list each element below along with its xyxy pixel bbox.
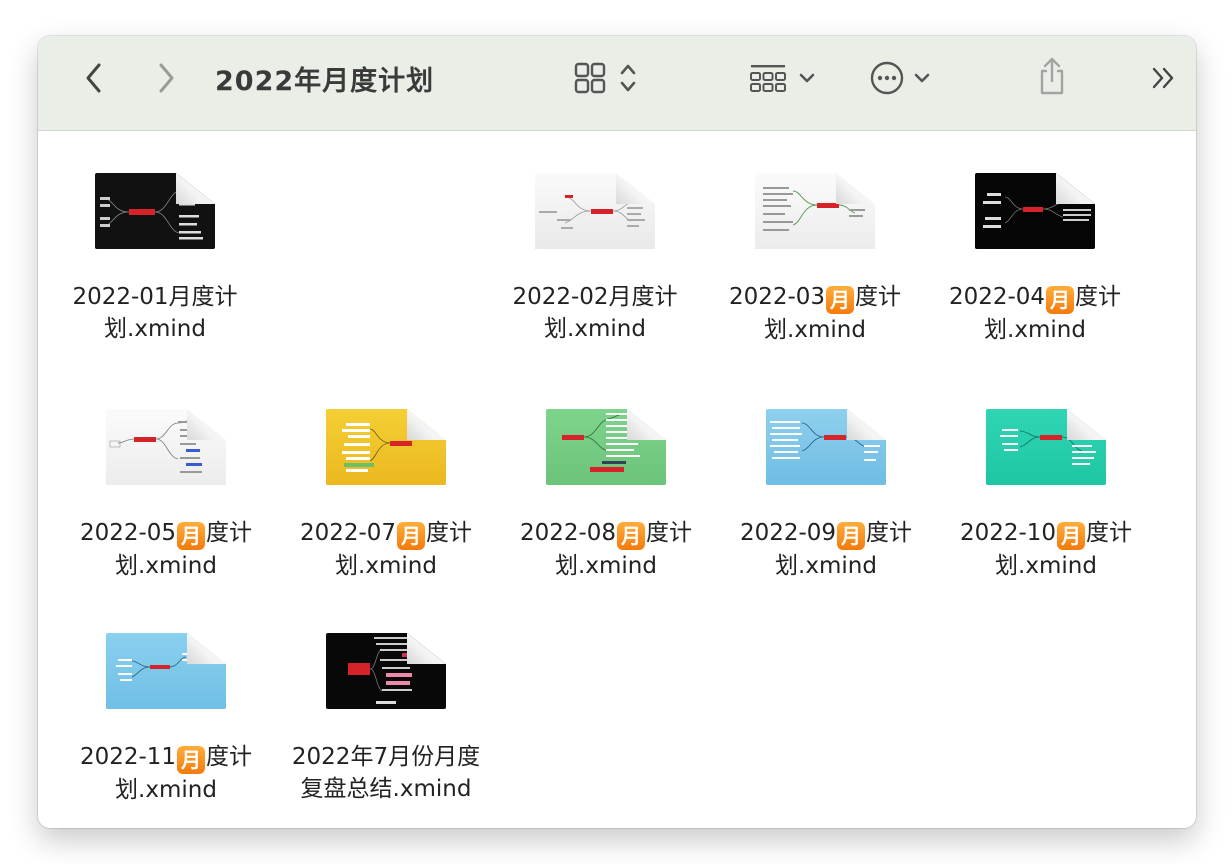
page-fold: [407, 633, 446, 664]
file-item[interactable]: 2022-09 月度计 划.xmind: [716, 367, 936, 579]
file-name: 2022年7月份月度 复盘总结.xmind: [291, 744, 481, 802]
grid-view-icon: [574, 62, 606, 94]
file-thumbnail: [535, 173, 655, 249]
file-item[interactable]: 2022-07 月度计 划.xmind: [276, 367, 496, 579]
month-emoji-badge: 月: [826, 286, 855, 314]
file-name: 2022-07 月度计 划.xmind: [299, 520, 473, 579]
mindmap-preview: [116, 653, 198, 681]
page-fold: [407, 409, 446, 440]
page-fold: [836, 173, 875, 204]
page-fold: [847, 409, 886, 440]
chevron-down-icon: [914, 73, 930, 83]
mindmap-preview: [562, 412, 640, 472]
back-button[interactable]: [74, 58, 114, 98]
file-thumbnail: [95, 173, 215, 249]
month-emoji-badge: 月: [397, 522, 426, 550]
file-thumbnail: [766, 409, 886, 485]
file-item[interactable]: 2022年7月份月度 复盘总结.xmind: [276, 591, 496, 802]
file-thumbnail: [986, 409, 1106, 485]
file-item[interactable]: 2022-08 月度计 划.xmind: [496, 367, 716, 579]
mindmap-preview: [342, 423, 412, 472]
mindmap-preview: [100, 187, 203, 240]
mindmap-preview: [348, 637, 414, 704]
mindmap-preview: [539, 195, 645, 229]
up-down-chevron-icon: [620, 64, 636, 92]
mindmap-preview: [1000, 429, 1096, 465]
mindmap-preview: [109, 418, 202, 473]
more-ellipsis-icon: [870, 61, 904, 95]
view-mode-button[interactable]: [568, 58, 644, 98]
group-by-icon: [750, 65, 786, 92]
window-title: 2022年月度计划: [215, 66, 435, 97]
file-name: 2022-02月度计 划.xmind: [512, 284, 678, 342]
file-item[interactable]: 2022-03 月度计 划.xmind: [705, 131, 925, 343]
page-fold: [187, 633, 226, 664]
file-thumbnail: [326, 409, 446, 485]
share-icon: [1040, 57, 1064, 95]
page-fold: [627, 409, 666, 440]
file-name: 2022-08 月度计 划.xmind: [519, 520, 693, 579]
month-emoji-badge: 月: [1046, 286, 1075, 314]
file-thumbnail: [106, 409, 226, 485]
more-actions-button[interactable]: [862, 58, 938, 98]
file-item[interactable]: 2022-04 月度计 划.xmind: [925, 131, 1145, 343]
page-fold: [187, 409, 226, 440]
group-by-button[interactable]: [744, 58, 820, 98]
page-fold: [1056, 173, 1095, 204]
month-emoji-badge: 月: [177, 746, 206, 774]
forward-button[interactable]: [146, 58, 186, 98]
file-thumbnail: [975, 173, 1095, 249]
toolbar-overflow-button[interactable]: [1146, 60, 1182, 96]
month-emoji-badge: 月: [837, 522, 866, 550]
month-emoji-badge: 月: [617, 522, 646, 550]
file-thumbnail: [326, 633, 446, 709]
file-thumbnail: [755, 173, 875, 249]
file-thumbnail: [546, 409, 666, 485]
file-name: 2022-10 月度计 划.xmind: [959, 520, 1133, 579]
mindmap-preview: [770, 421, 880, 461]
file-item[interactable]: 2022-01月度计 划.xmind: [45, 131, 265, 342]
chevron-down-icon: [799, 73, 815, 83]
page-fold: [616, 173, 655, 204]
mindmap-preview: [763, 187, 865, 231]
toolbar: 2022年月度计划: [38, 36, 1196, 131]
month-emoji-badge: 月: [1057, 522, 1086, 550]
file-thumbnail: [106, 633, 226, 709]
file-name: 2022-09 月度计 划.xmind: [739, 520, 913, 579]
file-item[interactable]: 2022-11 月度计 划.xmind: [56, 591, 276, 803]
file-item[interactable]: 2022-02月度计 划.xmind: [485, 131, 705, 342]
double-chevron-right-icon: [1152, 67, 1174, 89]
finder-window: 2022年月度计划 2022-01月度计 划.xmind 2022-02月度计 …: [38, 36, 1196, 828]
share-button[interactable]: [1032, 54, 1072, 98]
file-item[interactable]: 2022-10 月度计 划.xmind: [936, 367, 1156, 579]
file-name: 2022-11 月度计 划.xmind: [79, 744, 253, 803]
chevron-left-icon: [86, 63, 101, 93]
month-emoji-badge: 月: [177, 522, 206, 550]
file-item[interactable]: 2022-05 月度计 划.xmind: [56, 367, 276, 579]
file-name: 2022-01月度计 划.xmind: [72, 284, 238, 342]
page-fold: [176, 173, 215, 204]
file-name: 2022-03 月度计 划.xmind: [728, 284, 902, 343]
chevron-right-icon: [159, 63, 174, 93]
page-fold: [1067, 409, 1106, 440]
file-name: 2022-04 月度计 划.xmind: [948, 284, 1122, 343]
mindmap-preview: [983, 193, 1091, 228]
file-grid: 2022-01月度计 划.xmind 2022-02月度计 划.xmind 20…: [38, 131, 1196, 828]
file-name: 2022-05 月度计 划.xmind: [79, 520, 253, 579]
